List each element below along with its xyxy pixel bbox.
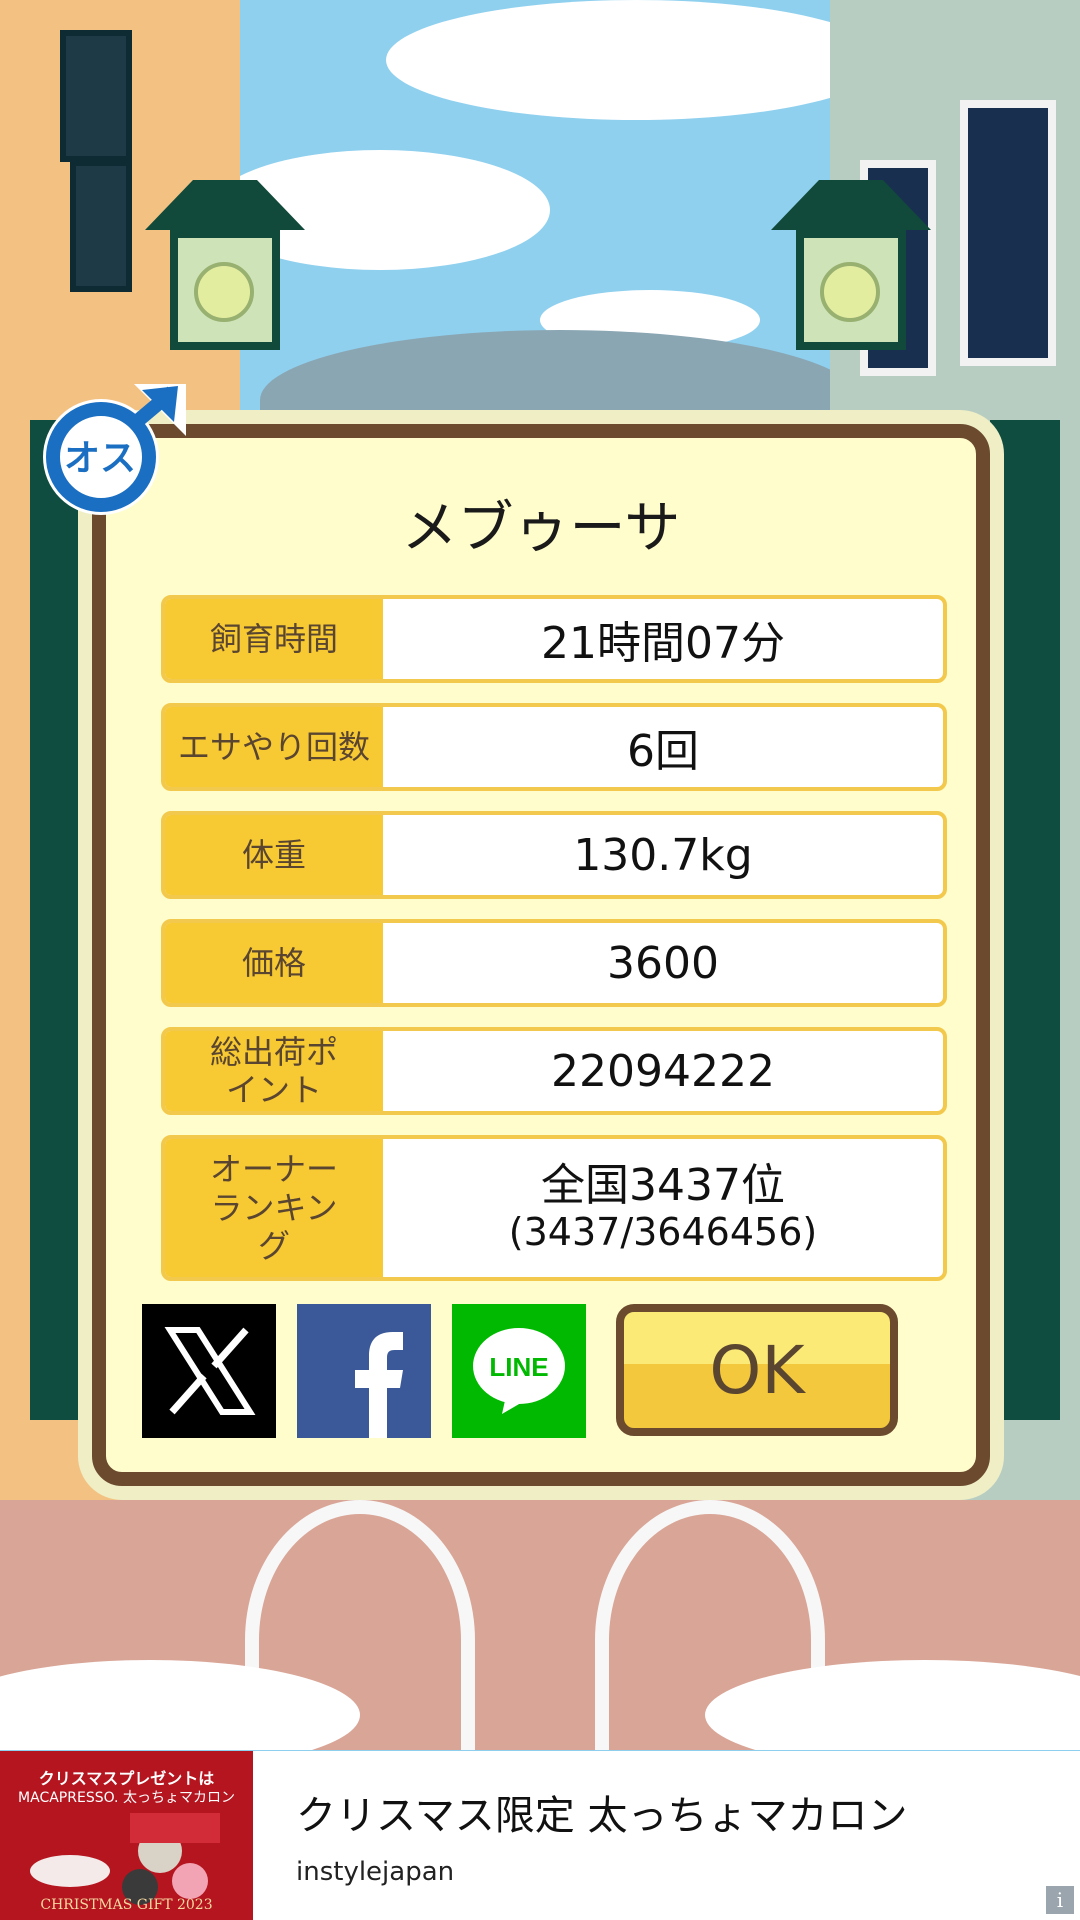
row-value: 3600 xyxy=(607,937,719,989)
row-label: オーナーランキング xyxy=(165,1139,383,1277)
male-badge-icon: オス xyxy=(38,372,188,522)
row-label: 飼育時間 xyxy=(165,599,383,679)
ranking-detail: (3437/3646456) xyxy=(508,1210,818,1255)
row-label: 体重 xyxy=(165,815,383,895)
row-value: 6回 xyxy=(627,726,699,777)
ad-image[interactable]: クリスマスプレゼントは MACAPRESSO. 太っちょマカロン CHRISTM… xyxy=(0,1751,253,1920)
info-row-owner-ranking: オーナーランキング 全国3437位 (3437/3646456) xyxy=(161,1135,947,1281)
ad-info-icon[interactable]: i xyxy=(1046,1886,1074,1914)
ad-image-footer: CHRISTMAS GIFT 2023 xyxy=(40,1897,213,1913)
row-value: 21時間07分 xyxy=(541,618,785,669)
ranking-rank: 全国3437位 xyxy=(541,1159,785,1211)
row-label: 総出荷ポイント xyxy=(165,1031,383,1111)
ok-button[interactable]: OK xyxy=(616,1304,898,1436)
row-value: 130.7kg xyxy=(573,829,753,881)
macaron-gift-illustration xyxy=(30,1813,220,1905)
row-label: エサやり回数 xyxy=(165,707,383,787)
street-lamp-right xyxy=(771,180,931,370)
row-label: 価格 xyxy=(165,923,383,1003)
info-row-weight: 体重 130.7kg xyxy=(161,811,947,899)
info-row-raising-time: 飼育時間 21時間07分 xyxy=(161,595,947,683)
share-facebook-button[interactable] xyxy=(297,1304,431,1438)
line-logo-text: LINE xyxy=(489,1352,548,1382)
share-x-button[interactable] xyxy=(142,1304,276,1438)
ranking-value: 全国3437位 (3437/3646456) xyxy=(383,1139,943,1277)
cloud xyxy=(386,0,886,120)
info-row-feeding-count: エサやり回数 6回 xyxy=(161,703,947,791)
info-row-price: 価格 3600 xyxy=(161,919,947,1007)
info-row-shipping-points: 総出荷ポイント 22094222 xyxy=(161,1027,947,1115)
ad-banner[interactable]: クリスマスプレゼントは MACAPRESSO. 太っちょマカロン CHRISTM… xyxy=(0,1751,1080,1920)
x-logo-icon xyxy=(164,1327,256,1415)
street-lamp-left xyxy=(145,180,305,370)
facebook-logo-icon xyxy=(355,1332,403,1438)
ad-source: instylejapan xyxy=(296,1857,455,1887)
pet-status-dialog: メブゥーサ 飼育時間 21時間07分 エサやり回数 6回 体重 130.7kg … xyxy=(92,424,990,1486)
badge-text: オス xyxy=(64,438,136,479)
gate-pillar-right xyxy=(990,420,1060,1420)
gate-pillar-left xyxy=(30,420,100,1420)
line-logo-icon: LINE xyxy=(473,1328,565,1414)
row-value: 22094222 xyxy=(551,1045,775,1097)
share-line-button[interactable]: LINE xyxy=(452,1304,586,1438)
pet-name-title: メブゥーサ xyxy=(401,496,681,561)
ad-title[interactable]: クリスマス限定 太っちょマカロン xyxy=(296,1783,908,1841)
